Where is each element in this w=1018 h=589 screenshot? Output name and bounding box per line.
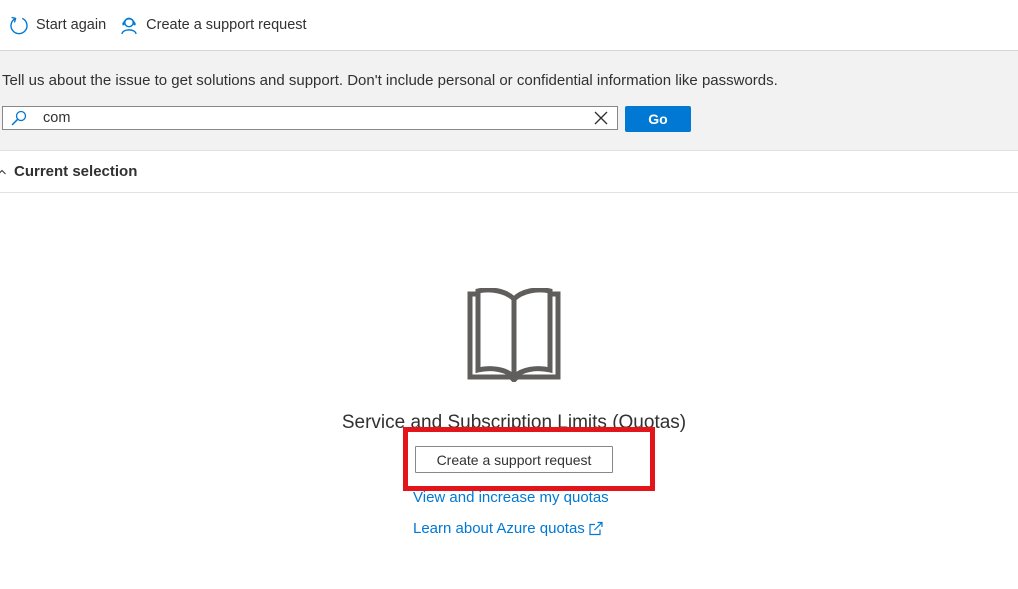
command-bar: Start again Create a support request <box>0 0 1018 51</box>
issue-search-panel: Tell us about the issue to get solutions… <box>0 51 1018 151</box>
external-link-icon <box>588 521 603 536</box>
create-support-request-toolbar-button[interactable]: Create a support request <box>119 0 307 50</box>
restart-icon <box>9 15 29 35</box>
current-selection-toggle[interactable]: Current selection <box>0 151 1018 193</box>
close-icon[interactable] <box>594 111 608 125</box>
learn-azure-quotas-label: Learn about Azure quotas <box>413 520 585 537</box>
chevron-up-icon <box>0 168 6 176</box>
create-support-request-label: Create a support request <box>146 17 307 33</box>
create-support-request-button[interactable]: Create a support request <box>415 446 613 473</box>
issue-prompt-text: Tell us about the issue to get solutions… <box>2 72 778 89</box>
issue-search-box <box>2 106 618 130</box>
go-button[interactable]: Go <box>625 106 691 132</box>
search-icon <box>11 110 27 126</box>
result-title: Service and Subscription Limits (Quotas) <box>341 412 687 433</box>
view-quotas-link[interactable]: View and increase my quotas <box>413 489 609 506</box>
start-again-label: Start again <box>36 17 107 33</box>
learn-azure-quotas-link[interactable]: Learn about Azure quotas <box>413 520 603 537</box>
book-icon <box>467 287 561 384</box>
current-selection-label: Current selection <box>14 163 138 180</box>
support-person-icon <box>119 15 139 35</box>
issue-search-input[interactable] <box>43 109 573 127</box>
start-again-button[interactable]: Start again <box>9 0 106 50</box>
support-blade: Start again Create a support request Tel… <box>0 0 1018 589</box>
